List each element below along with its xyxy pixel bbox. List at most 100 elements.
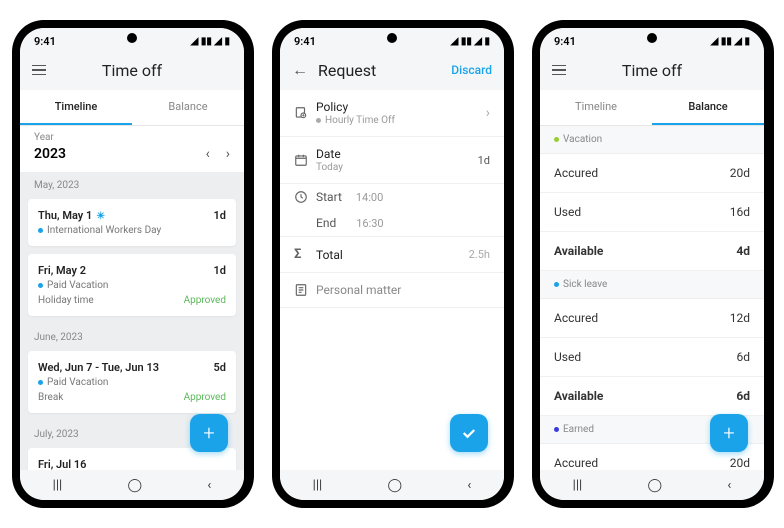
clock-icon <box>294 190 316 204</box>
phone-timeline: 9:41 ◢ ▮▮ ◢ ▮ Time off Timeline Balance … <box>12 20 252 508</box>
clock: 9:41 <box>554 35 576 48</box>
note-row[interactable]: Personal matter <box>280 273 504 308</box>
tab-timeline[interactable]: Timeline <box>20 90 132 125</box>
app-header: Time off <box>20 54 244 90</box>
balance-value: 4d <box>736 244 750 258</box>
camera-notch <box>647 33 657 43</box>
add-button[interactable]: + <box>190 414 228 452</box>
type-dot <box>38 380 43 385</box>
timeoff-card[interactable]: Thu, May 1☀ 1d International Workers Day <box>28 199 236 246</box>
year-next-icon[interactable]: › <box>226 146 230 162</box>
status-icons: ◢ ▮▮ ◢ ▮ <box>711 36 750 47</box>
holiday-icon: ☀ <box>96 211 105 222</box>
card-type: Paid Vacation <box>47 377 108 388</box>
request-form: Policy Hourly Time Off › Date Today 1d <box>280 90 504 470</box>
tab-timeline[interactable]: Timeline <box>540 90 652 125</box>
sigma-icon: Σ <box>294 247 316 262</box>
year-value: 2023 <box>34 146 66 162</box>
group-name: Sick leave <box>563 279 607 290</box>
card-note: Break <box>38 392 63 403</box>
start-value: 14:00 <box>356 191 383 204</box>
balance-label: Available <box>554 244 603 258</box>
policy-icon <box>294 106 316 120</box>
card-date: Thu, May 1☀ <box>38 209 105 222</box>
policy-row[interactable]: Policy Hourly Time Off › <box>280 90 504 137</box>
balance-group-header: Sick leave <box>540 271 764 299</box>
card-type: Paid Vacation <box>47 280 108 291</box>
total-value: 2.5h <box>469 248 490 261</box>
status-icons: ◢ ▮▮ ◢ ▮ <box>191 36 230 47</box>
status-icons: ◢ ▮▮ ◢ ▮ <box>451 36 490 47</box>
chevron-right-icon: › <box>486 105 490 121</box>
nav-back-icon[interactable]: ‹ <box>727 478 731 493</box>
nav-back-icon[interactable]: ‹ <box>467 478 471 493</box>
tab-balance[interactable]: Balance <box>132 90 244 125</box>
nav-recent-icon[interactable]: ||| <box>573 478 583 493</box>
type-dot <box>38 228 43 233</box>
back-icon[interactable]: ← <box>292 60 308 80</box>
card-duration: 1d <box>214 209 226 222</box>
balance-label: Used <box>554 205 581 219</box>
nav-home-icon[interactable]: ◯ <box>388 478 403 493</box>
page-title: Time off <box>572 61 732 80</box>
card-duration: 1d <box>214 264 226 277</box>
card-date: Fri, May 2 <box>38 264 86 277</box>
phone-balance: 9:41 ◢ ▮▮ ◢ ▮ Time off Timeline Balance … <box>532 20 772 508</box>
page-title: Request <box>318 61 451 80</box>
start-row[interactable]: Start 14:00 <box>280 184 504 210</box>
tabs: Timeline Balance <box>540 90 764 126</box>
app-header: Time off <box>540 54 764 90</box>
note-value: Personal matter <box>316 283 490 297</box>
menu-icon[interactable] <box>32 60 52 80</box>
balance-value: 20d <box>730 166 750 180</box>
balance-label: Used <box>554 350 581 364</box>
end-value: 16:30 <box>356 217 383 230</box>
balance-row: Accured12d <box>540 299 764 338</box>
balance-row: Available 4d <box>540 232 764 271</box>
year-prev-icon[interactable]: ‹ <box>206 146 210 162</box>
month-header: June, 2023 <box>20 324 244 351</box>
type-dot <box>554 427 559 432</box>
type-dot <box>554 137 559 142</box>
nav-home-icon[interactable]: ◯ <box>128 478 143 493</box>
calendar-icon <box>294 153 316 167</box>
balance-label: Available <box>554 389 603 403</box>
balance-value: 16d <box>730 205 750 219</box>
year-selector[interactable]: Year 2023 ‹ › <box>20 126 244 172</box>
policy-value: Hourly Time Off <box>316 115 486 126</box>
menu-icon[interactable] <box>552 60 572 80</box>
nav-back-icon[interactable]: ‹ <box>207 478 211 493</box>
type-dot <box>38 283 43 288</box>
date-sub: Today <box>316 162 478 173</box>
clock: 9:41 <box>294 35 316 48</box>
nav-recent-icon[interactable]: ||| <box>313 478 323 493</box>
balance-label: Accured <box>554 456 598 470</box>
total-label: Total <box>316 248 469 262</box>
android-navbar: ||| ◯ ‹ <box>280 470 504 500</box>
card-duration: 5d <box>214 361 226 374</box>
end-row[interactable]: End 16:30 <box>280 210 504 237</box>
year-label: Year <box>34 132 66 143</box>
add-button[interactable]: + <box>710 414 748 452</box>
balance-value: 20d <box>730 456 750 470</box>
nav-recent-icon[interactable]: ||| <box>53 478 63 493</box>
card-status: Approved <box>184 392 226 403</box>
group-name: Earned <box>563 424 594 435</box>
balance-value: 6d <box>736 350 750 364</box>
clock: 9:41 <box>34 35 56 48</box>
phone-request: 9:41 ◢ ▮▮ ◢ ▮ ← Request Discard Policy H… <box>272 20 512 508</box>
discard-button[interactable]: Discard <box>451 63 492 77</box>
submit-button[interactable] <box>450 414 488 452</box>
tabs: Timeline Balance <box>20 90 244 126</box>
tab-balance[interactable]: Balance <box>652 90 764 125</box>
timeoff-card[interactable]: Fri, May 21dPaid VacationHoliday timeApp… <box>28 254 236 316</box>
card-note: Holiday time <box>38 295 94 306</box>
nav-home-icon[interactable]: ◯ <box>648 478 663 493</box>
timeoff-card[interactable]: Wed, Jun 7 - Tue, Jun 135dPaid VacationB… <box>28 351 236 413</box>
type-dot <box>554 282 559 287</box>
group-name: Vacation <box>563 134 602 145</box>
date-row[interactable]: Date Today 1d <box>280 137 504 184</box>
card-type: International Workers Day <box>47 225 161 236</box>
balance-row: Available6d <box>540 377 764 416</box>
balance-group-header: Vacation <box>540 126 764 154</box>
